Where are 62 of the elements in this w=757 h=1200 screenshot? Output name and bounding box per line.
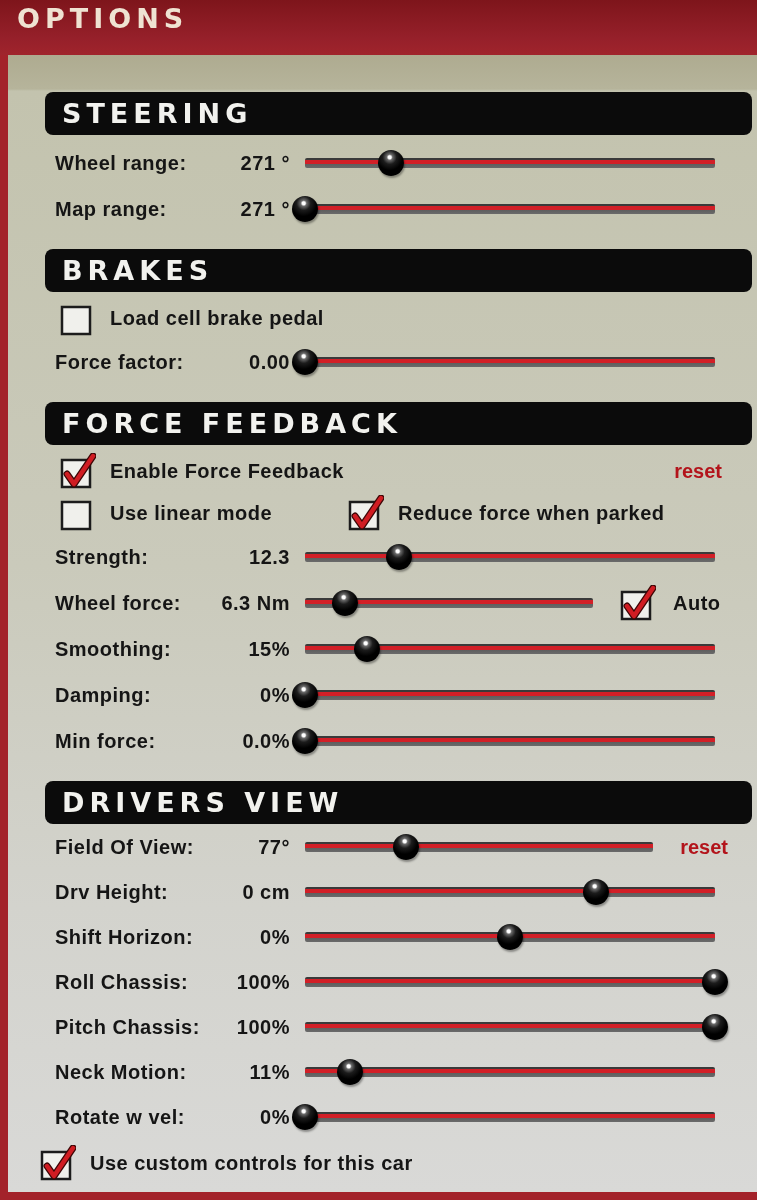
slider-label: Pitch Chassis: — [55, 1014, 200, 1039]
slider-value: 0 cm — [242, 879, 290, 904]
slider-label: Shift Horizon: — [55, 924, 194, 949]
slider-value: 0% — [260, 1104, 290, 1129]
section-title: BRAKES — [62, 255, 214, 286]
slider-value: 0% — [260, 924, 290, 949]
slider-value: 0.00 — [249, 350, 290, 374]
checkbox[interactable] — [60, 453, 96, 489]
section-title: DRIVERS VIEW — [62, 787, 344, 818]
slider-label: Roll Chassis: — [55, 969, 189, 994]
slider-label: Drv Height: — [55, 879, 169, 904]
slider-thumb[interactable] — [337, 1058, 364, 1085]
slider-value: 271 ° — [240, 197, 290, 221]
slider-label: Min force: — [55, 729, 156, 753]
slider-thumb[interactable] — [292, 682, 318, 708]
slider-thumb[interactable] — [292, 349, 318, 375]
checkbox[interactable] — [40, 1145, 76, 1181]
section-title: FORCE FEEDBACK — [62, 408, 402, 439]
slider-value: 100% — [236, 969, 290, 994]
slider-label: Field Of View: — [55, 834, 194, 859]
checkbox-label: Use custom controls for this car — [90, 1151, 413, 1175]
slider-thumb[interactable] — [332, 590, 359, 616]
reset-link[interactable]: reset — [680, 834, 728, 859]
checkbox-label: Load cell brake pedal — [110, 306, 324, 330]
checkbox-label: Auto — [673, 591, 721, 615]
slider-thumb[interactable] — [378, 150, 405, 176]
slider-label: Strength: — [55, 545, 149, 569]
slider-thumb[interactable] — [583, 878, 610, 905]
checkbox-label: Reduce force when parked — [398, 501, 665, 525]
slider-label: Wheel force: — [55, 591, 182, 615]
slider-value: 271 ° — [240, 151, 290, 175]
slider-value: 77° — [258, 834, 290, 859]
slider-thumb[interactable] — [702, 1013, 728, 1040]
slider-thumb[interactable] — [497, 923, 523, 950]
slider-label: Rotate w vel: — [55, 1104, 185, 1129]
slider-thumb[interactable] — [292, 1103, 318, 1130]
section-title: STEERING — [62, 98, 253, 129]
slider-thumb[interactable] — [292, 728, 318, 754]
slider-label: Wheel range: — [55, 151, 187, 175]
checkbox-label: Enable Force Feedback — [110, 459, 344, 483]
checkbox-label: Use linear mode — [110, 501, 272, 525]
reset-link[interactable]: reset — [674, 459, 722, 483]
checkbox[interactable] — [348, 495, 384, 531]
window-title: OPTIONS — [17, 4, 189, 34]
slider-thumb[interactable] — [702, 968, 728, 995]
slider-label: Smoothing: — [55, 637, 172, 661]
slider-label: Neck Motion: — [55, 1059, 187, 1084]
slider-value: 0.0% — [242, 729, 290, 753]
slider-thumb[interactable] — [392, 833, 419, 860]
slider-thumb[interactable] — [353, 636, 380, 662]
slider-label: Map range: — [55, 197, 167, 221]
slider-label: Damping: — [55, 683, 152, 707]
slider-value: 100% — [236, 1014, 290, 1039]
slider-value: 12.3 — [249, 545, 290, 569]
slider-value: 11% — [249, 1059, 290, 1084]
slider-label: Force factor: — [55, 350, 184, 374]
checkbox[interactable] — [620, 585, 656, 621]
slider-value: 6.3 Nm — [221, 591, 290, 615]
slider-thumb[interactable] — [292, 196, 318, 222]
slider-thumb[interactable] — [386, 544, 413, 570]
slider-value: 0% — [260, 683, 290, 707]
slider-value: 15% — [248, 637, 290, 661]
